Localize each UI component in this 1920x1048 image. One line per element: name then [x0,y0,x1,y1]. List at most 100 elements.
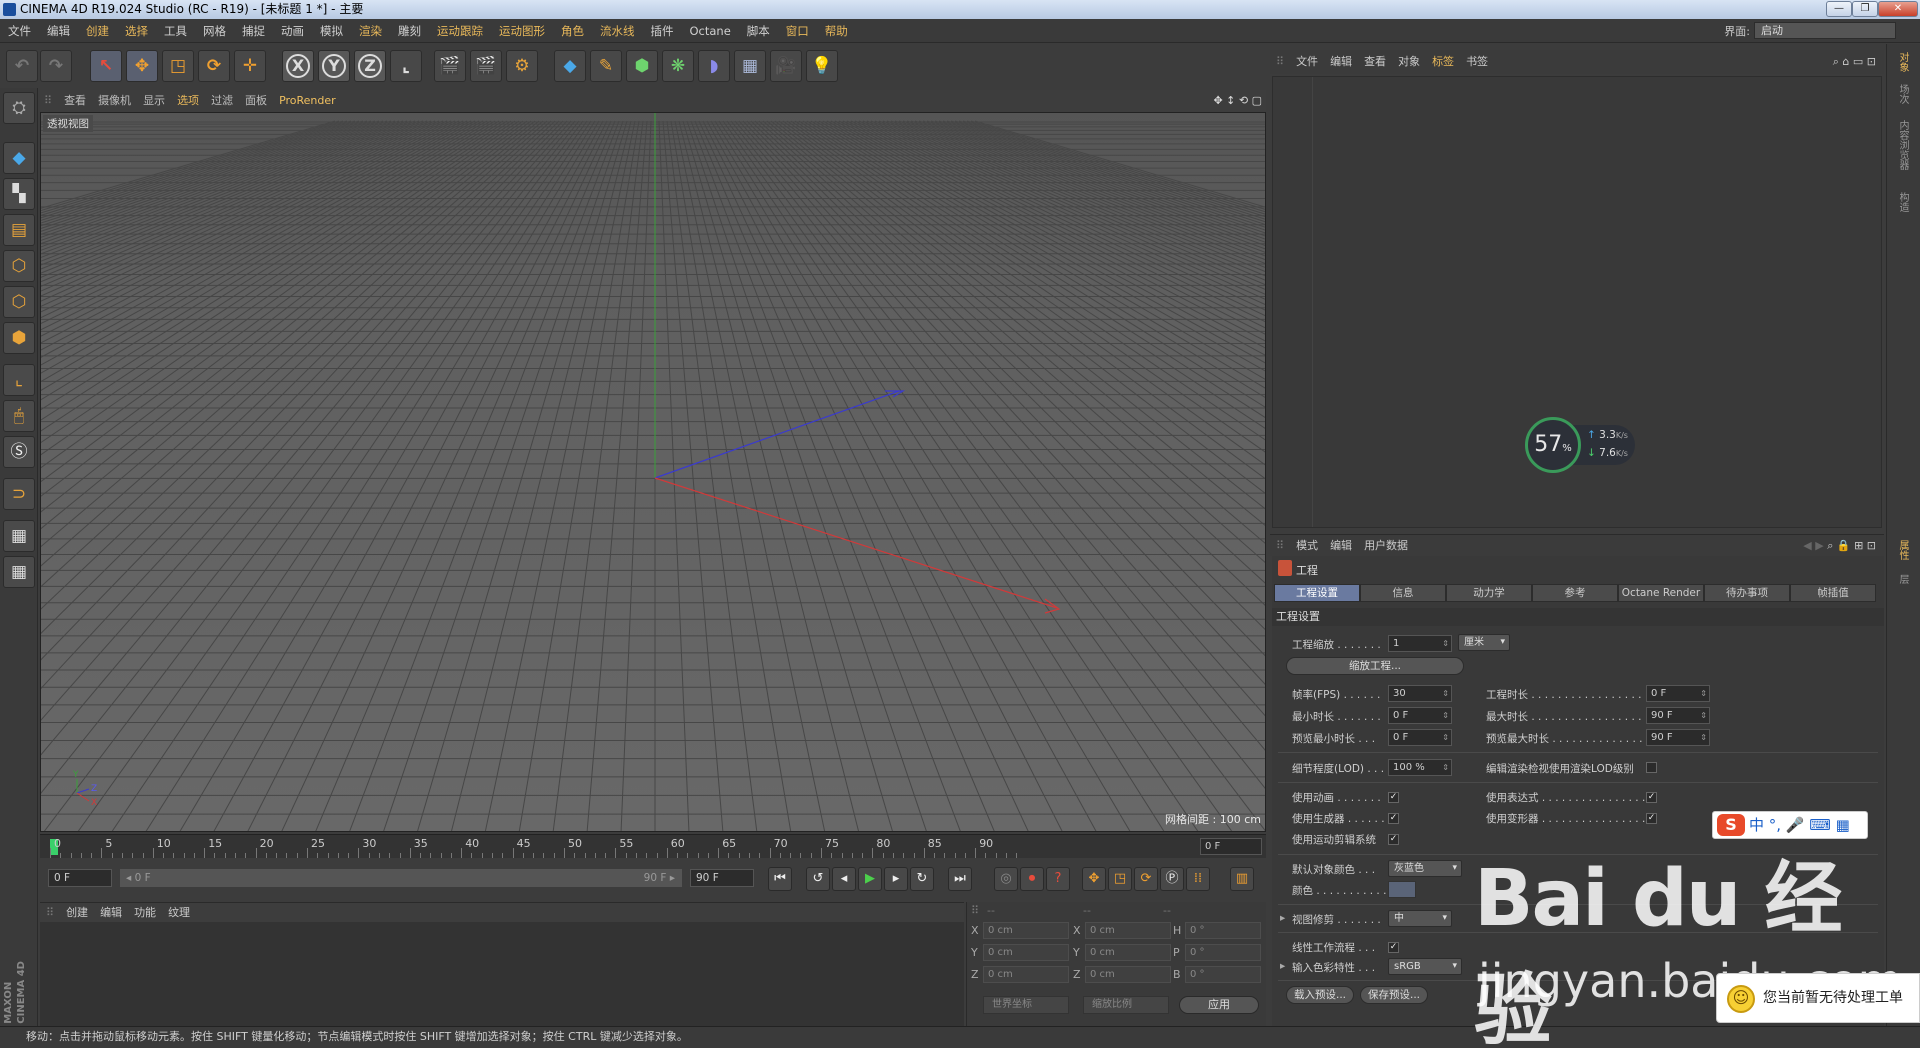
tab-octane-render[interactable]: Octane Render [1618,584,1704,602]
keyframe-selection-icon[interactable]: ? [1046,867,1070,891]
menu-mesh[interactable]: 网格 [195,19,234,43]
linear-workflow-checkbox[interactable]: ✓ [1388,942,1399,953]
toggle-view-icon[interactable]: ▢ [1252,94,1262,107]
viewport-menu-panel[interactable]: 面板 [239,90,273,112]
cube-icon[interactable]: ◆ [554,50,586,82]
save-preset-button[interactable]: 保存预设... [1360,986,1428,1004]
menu-mograph[interactable]: 运动图形 [491,19,553,43]
expand-panel-icon[interactable]: ⊡ [1867,539,1876,552]
object-menu-bookmarks[interactable]: 书签 [1460,50,1494,74]
attr-menu-edit[interactable]: 编辑 [1324,535,1358,557]
deformer-icon[interactable]: ◗ [698,50,730,82]
end-frame-field[interactable]: 90 F [690,869,754,887]
apply-button[interactable]: 应用 [1179,996,1259,1014]
snap-icon[interactable]: Ⓢ [3,436,35,468]
edges-mode-icon[interactable]: ⬡ [3,286,35,318]
pan-icon[interactable]: ✥ [1213,94,1222,107]
search-icon[interactable]: ⌕ [1833,55,1839,68]
recent-tool-icon[interactable]: ✛ [234,50,266,82]
ime-toolbar[interactable]: S 中 °, 🎤 ⌨ ▦ [1712,811,1868,839]
point-level-icon[interactable]: ⁞⁞ [1186,867,1210,891]
panel-grip-icon[interactable]: ⠿ [40,90,58,112]
tab-todo[interactable]: 待办事项 [1704,584,1790,602]
undo-icon[interactable]: ↶ [6,50,38,82]
view-clipping-select[interactable]: 中 [1388,910,1452,927]
tab-frame-interpolation[interactable]: 帧插值 [1790,584,1876,602]
material-list[interactable] [40,922,964,1026]
home-icon[interactable]: ⌂ [1842,55,1849,68]
size-z-field[interactable]: 0 cm [1085,966,1171,983]
object-menu-objects[interactable]: 对象 [1392,50,1426,74]
use-motion-system-checkbox[interactable]: ✓ [1388,834,1399,845]
x-axis-lock-icon[interactable]: X [282,50,314,82]
menu-snap[interactable]: 捕捉 [234,19,273,43]
expand-arrow-icon[interactable]: ▸ [1280,960,1285,972]
live-select-icon[interactable]: ↖ [90,50,122,82]
next-frame-icon[interactable]: ▸ [884,867,908,891]
min-length-field[interactable]: 0 F [1388,707,1452,724]
viewport-menu-view[interactable]: 查看 [58,90,92,112]
timeline-ruler[interactable]: 0 5 10 15 20 25 30 35 40 45 50 55 60 65 70 75 80 85 90 0 F [40,834,1266,858]
subdivision-icon[interactable]: ⬢ [626,50,658,82]
locked-workplane-icon[interactable]: ▦ [3,520,35,552]
light-icon[interactable]: 💡 [806,50,838,82]
rot-b-field[interactable]: 0 ° [1185,966,1261,983]
size-y-field[interactable]: 0 cm [1085,944,1171,961]
max-length-field[interactable]: 90 F [1646,707,1710,724]
go-to-end-icon[interactable]: ⏭ [948,867,972,891]
load-preset-button[interactable]: 载入预设... [1286,986,1354,1004]
workplane-icon[interactable]: ▤ [3,214,35,246]
viewport-camera-label[interactable]: 透视视图 [43,115,93,132]
tab-dynamics[interactable]: 动力学 [1446,584,1532,602]
rot-h-field[interactable]: 0 ° [1185,922,1261,939]
new-panel-icon[interactable]: ⊞ [1854,539,1863,552]
panel-grip-icon[interactable]: ⠿ [1270,535,1290,557]
close-button[interactable]: ✕ [1878,1,1918,17]
vtab-layers[interactable]: 层 [1895,574,1910,584]
next-key-icon[interactable]: ↻ [910,867,934,891]
menu-file[interactable]: 文件 [0,19,39,43]
render-to-picture-viewer-icon[interactable]: 🎬 [470,50,502,82]
make-editable-icon[interactable]: ⛭ [3,92,35,124]
material-menu-function[interactable]: 功能 [128,903,162,923]
use-generators-checkbox[interactable]: ✓ [1388,813,1399,824]
default-object-color-select[interactable]: 灰蓝色 [1388,860,1462,877]
object-menu-edit[interactable]: 编辑 [1324,50,1358,74]
material-menu-texture[interactable]: 纹理 [162,903,196,923]
back-arrow-icon[interactable]: ◀ [1803,539,1811,552]
layout-select[interactable]: 启动 [1754,22,1896,39]
camera-icon[interactable]: 🎥 [770,50,802,82]
z-axis-lock-icon[interactable]: Z [354,50,386,82]
menu-motion-tracking[interactable]: 运动跟踪 [429,19,491,43]
menu-create[interactable]: 创建 [78,19,117,43]
render-settings-icon[interactable]: ⚙ [506,50,538,82]
tweak-mode-icon[interactable]: 🖱 [3,400,35,432]
previous-key-icon[interactable]: ↺ [806,867,830,891]
zoom-icon[interactable]: ↕ [1226,94,1235,107]
viewport-menu-prorender[interactable]: ProRender [273,90,342,112]
vtab-attributes[interactable]: 属性 [1895,540,1910,560]
start-frame-field[interactable]: 0 F [48,869,112,887]
axis-mode-icon[interactable]: ⌞ [3,364,35,396]
scale-project-button[interactable]: 缩放工程... [1286,657,1464,675]
lock-icon[interactable]: 🔒 [1837,539,1851,552]
viewport-menu-options[interactable]: 选项 [171,90,205,112]
pos-z-field[interactable]: 0 cm [983,966,1069,983]
coordinate-mode-select[interactable]: 世界坐标 [983,996,1069,1014]
orbit-icon[interactable]: ⟲ [1239,94,1248,107]
menu-help[interactable]: 帮助 [817,19,856,43]
menu-window[interactable]: 窗口 [778,19,817,43]
position-key-icon[interactable]: ✥ [1082,867,1106,891]
size-mode-select[interactable]: 缩放比例 [1083,996,1169,1014]
current-frame-field[interactable]: 0 F [1200,838,1262,855]
scale-icon[interactable]: ◳ [162,50,194,82]
viewport-menu-filter[interactable]: 过滤 [205,90,239,112]
vtab-objects[interactable]: 对象 [1895,52,1910,72]
project-length-field[interactable]: 0 F [1646,685,1710,702]
minimize-button[interactable]: — [1826,1,1852,17]
redo-icon[interactable]: ↷ [40,50,72,82]
expand-panel-icon[interactable]: ⊡ [1867,55,1876,68]
tab-reference[interactable]: 参考 [1532,584,1618,602]
search-icon[interactable]: ⌕ [1827,539,1833,552]
menu-octane[interactable]: Octane [682,19,739,43]
